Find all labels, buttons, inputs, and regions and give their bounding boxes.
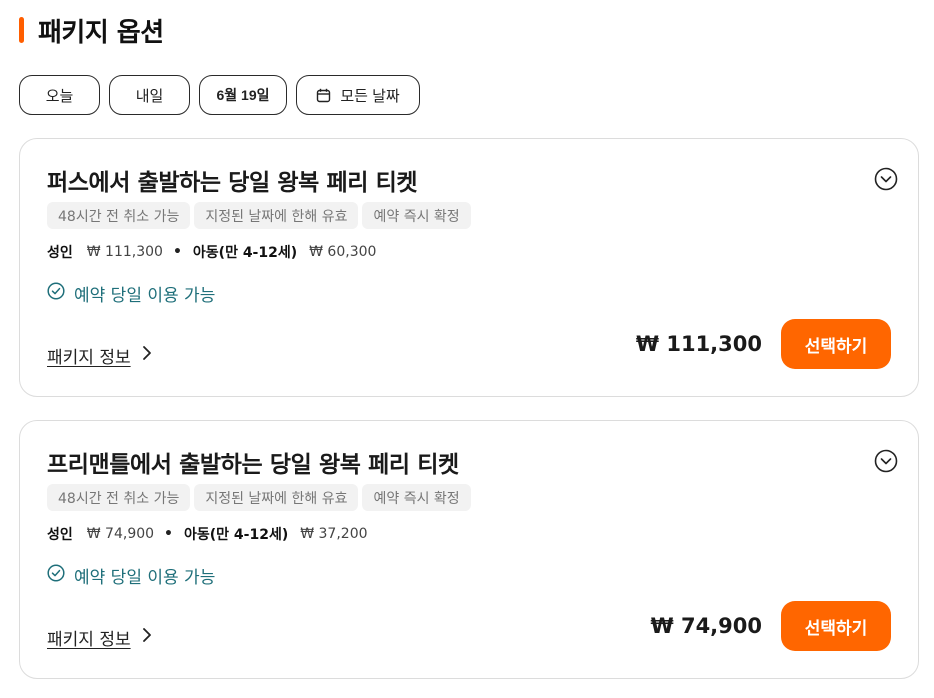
date-filter-row: 오늘 내일 6월 19일 모든 날짜	[19, 75, 420, 115]
package-info-link[interactable]: 패키지 정보	[47, 625, 153, 650]
package-info-label: 패키지 정보	[47, 630, 131, 650]
total-price: ₩ 111,300	[635, 332, 762, 356]
availability-text: 예약 당일 이용 가능	[74, 286, 216, 306]
adult-price: ₩ 74,900	[86, 526, 155, 542]
tag-confirmation: 예약 즉시 확정	[362, 484, 471, 511]
tag-cancellation: 48시간 전 취소 가능	[47, 484, 191, 511]
tag-validity: 지정된 날짜에 한해 유효	[194, 484, 359, 511]
section-accent-bar	[19, 17, 24, 43]
select-button[interactable]: 선택하기	[781, 601, 891, 651]
package-info-link[interactable]: 패키지 정보	[47, 343, 153, 368]
availability-text: 예약 당일 이용 가능	[74, 568, 216, 588]
chevron-down-icon[interactable]	[874, 449, 898, 477]
chevron-right-icon	[141, 626, 153, 649]
check-circle-icon	[47, 282, 65, 305]
date-chip-june-19[interactable]: 6월 19일	[199, 75, 287, 115]
chevron-right-icon	[141, 344, 153, 367]
date-chip-all-dates-label: 모든 날짜	[340, 87, 400, 105]
select-button[interactable]: 선택하기	[781, 319, 891, 369]
child-price: ₩ 60,300	[309, 244, 377, 260]
child-price: ₩ 37,200	[300, 526, 368, 542]
package-title: 퍼스에서 출발하는 당일 왕복 페리 티켓	[47, 170, 418, 196]
date-chip-today[interactable]: 오늘	[19, 75, 100, 115]
package-tags: 48시간 전 취소 가능 지정된 날짜에 한해 유효 예약 즉시 확정	[47, 202, 471, 229]
package-title: 프리맨틀에서 출발하는 당일 왕복 페리 티켓	[47, 452, 459, 478]
package-info-label: 패키지 정보	[47, 348, 131, 368]
adult-label: 성인	[47, 527, 73, 543]
availability-note: 예약 당일 이용 가능	[47, 563, 215, 588]
section-header: 패키지 옵션	[19, 14, 164, 48]
check-circle-icon	[47, 564, 65, 587]
adult-price: ₩ 111,300	[86, 244, 163, 260]
date-chip-tomorrow[interactable]: 내일	[109, 75, 190, 115]
child-label: 아동(만 4-12세)	[192, 245, 298, 261]
tag-cancellation: 48시간 전 취소 가능	[47, 202, 191, 229]
tag-confirmation: 예약 즉시 확정	[362, 202, 471, 229]
package-card: 퍼스에서 출발하는 당일 왕복 페리 티켓 48시간 전 취소 가능 지정된 날…	[19, 138, 919, 397]
package-card: 프리맨틀에서 출발하는 당일 왕복 페리 티켓 48시간 전 취소 가능 지정된…	[19, 420, 919, 679]
child-label: 아동(만 4-12세)	[184, 527, 289, 543]
package-tags: 48시간 전 취소 가능 지정된 날짜에 한해 유효 예약 즉시 확정	[47, 484, 471, 511]
tag-validity: 지정된 날짜에 한해 유효	[194, 202, 359, 229]
calendar-icon	[316, 88, 331, 103]
adult-label: 성인	[47, 245, 73, 261]
chevron-down-icon[interactable]	[874, 167, 898, 195]
price-separator-dot: •	[164, 526, 173, 542]
price-separator-dot: •	[172, 244, 182, 260]
price-breakdown: 성인 ₩ 111,300 • 아동(만 4-12세) ₩ 60,300	[47, 242, 376, 262]
availability-note: 예약 당일 이용 가능	[47, 281, 215, 306]
date-chip-all-dates[interactable]: 모든 날짜	[296, 75, 420, 115]
total-price: ₩ 74,900	[650, 614, 762, 638]
price-breakdown: 성인 ₩ 74,900 • 아동(만 4-12세) ₩ 37,200	[47, 524, 368, 544]
page-title: 패키지 옵션	[38, 17, 164, 48]
